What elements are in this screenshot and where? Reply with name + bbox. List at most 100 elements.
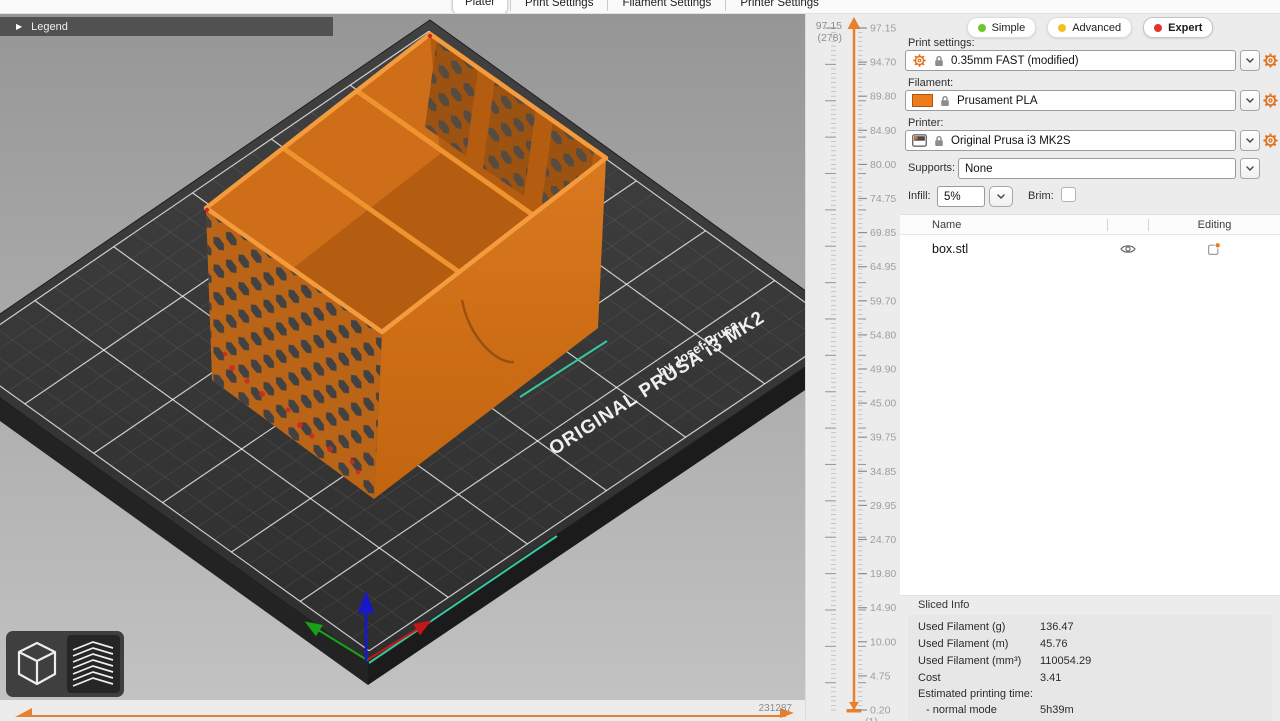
layer-tick-label: 59.70 <box>870 295 896 307</box>
filament-dropdown-button[interactable] <box>1240 90 1260 111</box>
supports-label: Supports: <box>908 162 955 174</box>
brim-checkbox[interactable] <box>1061 187 1076 202</box>
column-header-name: Name <box>900 219 1107 231</box>
printer-dropdown-button[interactable] <box>1240 130 1260 151</box>
layer-tick-label: 49.90 <box>870 364 896 376</box>
gear-icon <box>1262 92 1279 109</box>
layer-tick-label: 80.00 <box>870 159 896 171</box>
lock-icon <box>934 55 944 67</box>
infill-label: Infill: <box>908 190 931 202</box>
move-slider-value: 231287 <box>759 703 793 714</box>
column-header-editing: Editing <box>1149 219 1280 231</box>
gear-icon <box>1262 132 1279 149</box>
cube-icon <box>12 637 62 691</box>
layer-tick-label: 64.95 <box>870 261 896 273</box>
filament-gear-button[interactable] <box>1262 92 1279 109</box>
printer-combo[interactable]: Original Prusa i3 MK2S <box>905 130 1236 151</box>
settings-panel: Simple Advanced Expert Print settings: 0.3… <box>900 14 1280 721</box>
chevron-down-icon <box>1246 166 1254 171</box>
print-settings-label: Print settings: <box>908 37 975 49</box>
layer-tick-label: 94.70 <box>870 57 896 69</box>
layer-tick-label: 0.20 <box>870 705 891 717</box>
mode-button-advanced[interactable]: Advanced <box>1047 17 1132 38</box>
print-settings-dropdown-button[interactable] <box>1240 50 1260 71</box>
supports-value: None <box>965 163 993 175</box>
brim-label: Brim: <box>1028 190 1054 202</box>
layer-slider-top-handle[interactable] <box>848 17 861 29</box>
viewport-3d[interactable]: ORIGINAL PRUSA i3 MK2 by Josef Prusa <box>0 14 805 700</box>
layer-tick-label: 24.70 <box>870 534 896 546</box>
edit-object-button[interactable] <box>1148 242 1280 256</box>
layer-slider-bottom-handle[interactable] <box>849 702 859 710</box>
tab-filament-settings[interactable]: Filament Settings <box>610 0 723 14</box>
tab-printer-settings[interactable]: Printer Settings <box>728 0 831 14</box>
mode-label: Advanced <box>1072 22 1121 34</box>
sliced-info-title: Sliced Info <box>918 599 969 611</box>
mode-label: Expert <box>1168 22 1202 34</box>
filament-combo[interactable]: Prusament PLA <box>905 90 1236 111</box>
infill-dropdown-button[interactable] <box>989 186 1013 207</box>
infill-combo[interactable]: 5% <box>937 186 985 207</box>
top-tab-bar: Plater Print Settings Filament Settings Pri… <box>0 0 1280 14</box>
printer-gear-button[interactable] <box>1262 132 1279 149</box>
mode-label: Simple <box>992 22 1026 34</box>
print-settings-gear-button[interactable] <box>1262 52 1279 69</box>
mode-dot-icon <box>1154 24 1162 32</box>
sliced-info-box: Used Filament (g)136.47Used Filament (m)… <box>908 615 1272 721</box>
legend-expand-icon[interactable]: ▶ <box>16 22 22 31</box>
chevron-down-icon <box>1246 58 1254 63</box>
object-name: box.stl <box>900 242 1107 256</box>
eye-icon <box>1120 244 1136 254</box>
print-settings-value: 0.35mm FAST (modified) <box>951 55 1079 67</box>
table-row[interactable]: box.stl <box>900 235 1280 263</box>
layer-tick-label: 69.85 <box>870 227 896 239</box>
printer-icon <box>912 134 927 147</box>
legend-bar[interactable]: ▶ Legend <box>0 17 333 36</box>
sliced-info-row: - normal mode5h39m <box>908 701 1272 718</box>
gear-icon <box>1262 52 1279 69</box>
tab-separator <box>510 0 511 11</box>
layer-tick-label: 97.15 <box>870 23 896 35</box>
layer-tick-label: 4.75 <box>870 670 891 682</box>
sliced-info-row: Cost3.41 <box>908 669 1272 686</box>
layer-slider[interactable]: 97.1594.7089.8084.9080.0074.7569.8564.95… <box>805 14 901 721</box>
filament-label: Filament: <box>908 77 953 89</box>
printer-value: Original Prusa i3 MK2S <box>951 135 1071 147</box>
view-3d-button[interactable] <box>11 635 64 693</box>
move-slider-strip: 231287 <box>0 700 805 721</box>
sliced-info-row: Used Filament (mm³)110054.29 <box>908 652 1272 669</box>
sliced-info-time-header: Estimated printing time: <box>908 686 1272 701</box>
tab-print-settings[interactable]: Print Settings <box>513 0 605 14</box>
supports-dropdown-button[interactable] <box>1240 158 1260 179</box>
layer-tick-label: 19.80 <box>870 568 896 580</box>
filament-value: Prusament PLA <box>957 95 1038 107</box>
view-layers-button[interactable] <box>67 635 120 693</box>
layer-tick-label: 54.80 <box>870 329 896 341</box>
printer-label: Printer: <box>908 117 943 129</box>
tab-separator <box>725 0 726 11</box>
layer-tick-label: 10.00 <box>870 636 896 648</box>
mode-button-simple[interactable]: Simple <box>967 17 1037 38</box>
move-slider-left-handle[interactable] <box>15 708 32 717</box>
layer-slider-current: 97.15 (278) <box>808 20 842 44</box>
object-table: Name Editing box.stl <box>900 214 1280 596</box>
layer-tick-label: 74.75 <box>870 193 896 205</box>
chevron-down-icon <box>1246 98 1254 103</box>
chevron-down-icon <box>1246 138 1254 143</box>
mode-dot-icon <box>978 24 986 32</box>
layer-slider-bottom-layer: (1) <box>865 716 878 721</box>
print-settings-combo[interactable]: 0.35mm FAST (modified) <box>905 50 1236 71</box>
edit-icon <box>1207 242 1221 256</box>
layer-tick-label: 89.80 <box>870 91 896 103</box>
tab-strip: Plater Print Settings Filament Settings Pri… <box>452 0 831 14</box>
object-table-header: Name Editing <box>900 215 1280 235</box>
tab-plater[interactable]: Plater <box>452 0 508 14</box>
chevron-down-icon <box>997 194 1005 199</box>
supports-combo[interactable]: None <box>958 158 1236 179</box>
lock-icon <box>940 95 950 107</box>
layer-slider-track[interactable]: 97.1594.7089.8084.9080.0074.7569.8564.95… <box>806 14 901 721</box>
layer-tick-label: 34.85 <box>870 466 896 478</box>
move-slider[interactable]: 231287 <box>0 700 805 721</box>
mode-button-expert[interactable]: Expert <box>1143 17 1213 38</box>
visibility-toggle[interactable] <box>1107 244 1148 254</box>
